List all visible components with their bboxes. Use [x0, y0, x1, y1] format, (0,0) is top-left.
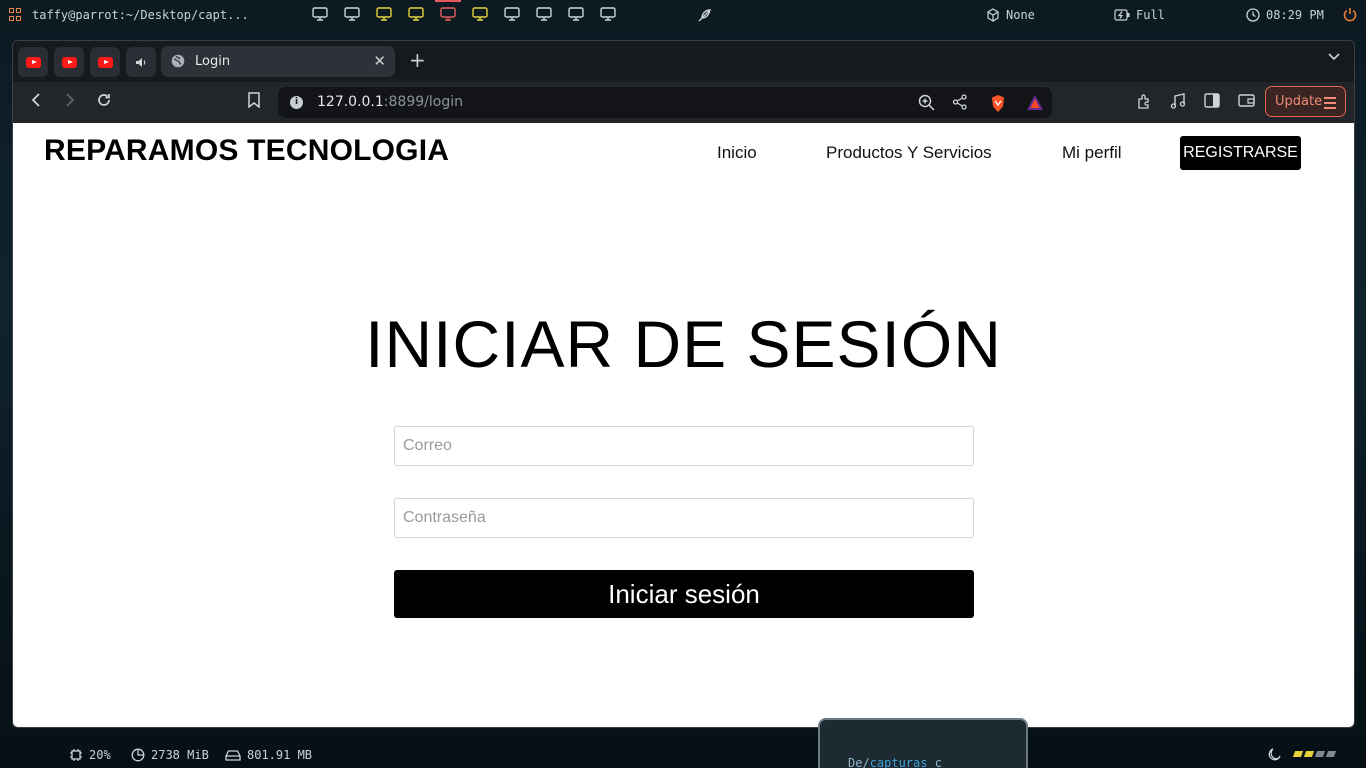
clock[interactable]: 08:29 PM [1246, 8, 1324, 22]
workspace-3-icon[interactable] [376, 7, 392, 21]
reload-icon[interactable] [96, 92, 112, 108]
workspace-7-icon[interactable] [504, 7, 520, 21]
disk-icon [225, 750, 241, 761]
power-mode-value: Full [1136, 8, 1165, 22]
nav-mi-perfil[interactable]: Mi perfil [1062, 143, 1122, 163]
url-path: :8899/login [383, 94, 463, 110]
url-text[interactable]: 127.0.0.1:8899/login [317, 94, 463, 110]
extensions-icon[interactable] [1136, 93, 1153, 110]
layout-indicator: None [986, 8, 1035, 22]
cube-icon [987, 8, 999, 22]
nav-inicio[interactable]: Inicio [717, 143, 757, 163]
music-icon[interactable] [1170, 93, 1186, 110]
brave-shields-icon[interactable] [989, 94, 1007, 113]
tab-login[interactable]: Login ✕ [161, 46, 395, 77]
battery-charging-icon [1114, 9, 1130, 21]
active-window-title[interactable]: taffy@parrot:~/Desktop/capt... [32, 8, 249, 22]
layout-value: None [1006, 8, 1035, 22]
pinned-tab-youtube-2[interactable] [54, 47, 84, 77]
brave-rewards-icon[interactable] [1026, 94, 1044, 111]
forward-icon[interactable] [64, 92, 76, 108]
memory-pie-icon [131, 748, 145, 762]
nav-productos-servicios[interactable]: Productos Y Servicios [826, 143, 992, 163]
pinned-tab-youtube-3[interactable] [90, 47, 120, 77]
bookmark-icon[interactable] [248, 92, 260, 108]
web-page: REPARAMOS TECNOLOGIA Inicio Productos Y … [13, 123, 1354, 727]
youtube-icon [25, 56, 41, 68]
login-button[interactable]: Iniciar sesión [394, 570, 974, 618]
youtube-icon [97, 56, 113, 68]
power-mode-indicator: Full [1114, 8, 1165, 22]
sidebar-icon[interactable] [1204, 93, 1220, 108]
browser-toolbar: i 127.0.0.1:8899/login Update [13, 82, 1354, 123]
browser-window: Login ✕ + i 127.0.0.1:8899/login Update … [12, 40, 1355, 728]
password-field[interactable] [394, 498, 974, 538]
youtube-icon [61, 56, 77, 68]
address-bar[interactable]: i 127.0.0.1:8899/login [278, 87, 1052, 118]
new-tab-icon[interactable]: + [409, 48, 426, 72]
disk-stat: 801.91 MB [225, 748, 312, 762]
system-bottom-bar: 20% 2738 MiB 801.91 MB [0, 738, 1366, 768]
memory-value: 2738 MiB [151, 748, 209, 762]
chevron-down-icon[interactable] [1328, 53, 1340, 61]
back-icon[interactable] [30, 92, 42, 108]
site-info-icon[interactable]: i [290, 96, 303, 109]
workspace-10-icon[interactable] [600, 7, 616, 21]
email-field[interactable] [394, 426, 974, 466]
workspace-1-icon[interactable] [312, 7, 328, 21]
system-top-bar: taffy@parrot:~/Desktop/capt... None Full… [0, 0, 1366, 30]
speaker-icon [136, 57, 146, 67]
cpu-icon [70, 749, 82, 761]
share-icon[interactable] [952, 94, 968, 110]
workspace-4-icon[interactable] [408, 7, 424, 21]
update-button[interactable]: Update [1265, 86, 1346, 117]
power-icon[interactable] [1342, 6, 1358, 25]
globe-icon [171, 54, 185, 68]
pinned-tab-youtube-1[interactable] [18, 47, 48, 77]
menu-icon [1324, 97, 1336, 112]
workspace-2-icon[interactable] [344, 7, 360, 21]
zoom-icon[interactable] [918, 94, 935, 111]
workspace-bars [1292, 751, 1337, 757]
clock-time: 08:29 PM [1266, 8, 1324, 22]
workspace-5-icon[interactable] [435, 0, 461, 21]
memory-stat: 2738 MiB [131, 748, 209, 762]
app-menu-icon[interactable] [9, 8, 22, 21]
cpu-stat: 20% [69, 748, 111, 762]
disk-value: 801.91 MB [247, 748, 313, 762]
tab-strip: Login ✕ + [13, 41, 1354, 82]
workspace-8-icon[interactable] [536, 7, 552, 21]
tab-title: Login [195, 54, 231, 69]
update-label: Update [1275, 94, 1323, 109]
url-host: 127.0.0.1 [317, 94, 384, 110]
wallet-icon[interactable] [1238, 93, 1255, 108]
tab-close-icon[interactable]: ✕ [373, 52, 386, 70]
pinned-tab-audio[interactable] [126, 47, 156, 77]
moon-icon[interactable] [1268, 747, 1282, 761]
site-logo[interactable]: REPARAMOS TECNOLOGIA [44, 134, 449, 168]
feather-icon[interactable] [696, 7, 712, 26]
register-button[interactable]: REGISTRARSE [1180, 136, 1301, 170]
workspace-9-icon[interactable] [568, 7, 584, 21]
clock-icon [1246, 8, 1260, 22]
cpu-value: 20% [89, 748, 111, 762]
page-title: INICIAR DE SESIÓN [365, 307, 1002, 381]
workspace-6-icon[interactable] [472, 7, 488, 21]
